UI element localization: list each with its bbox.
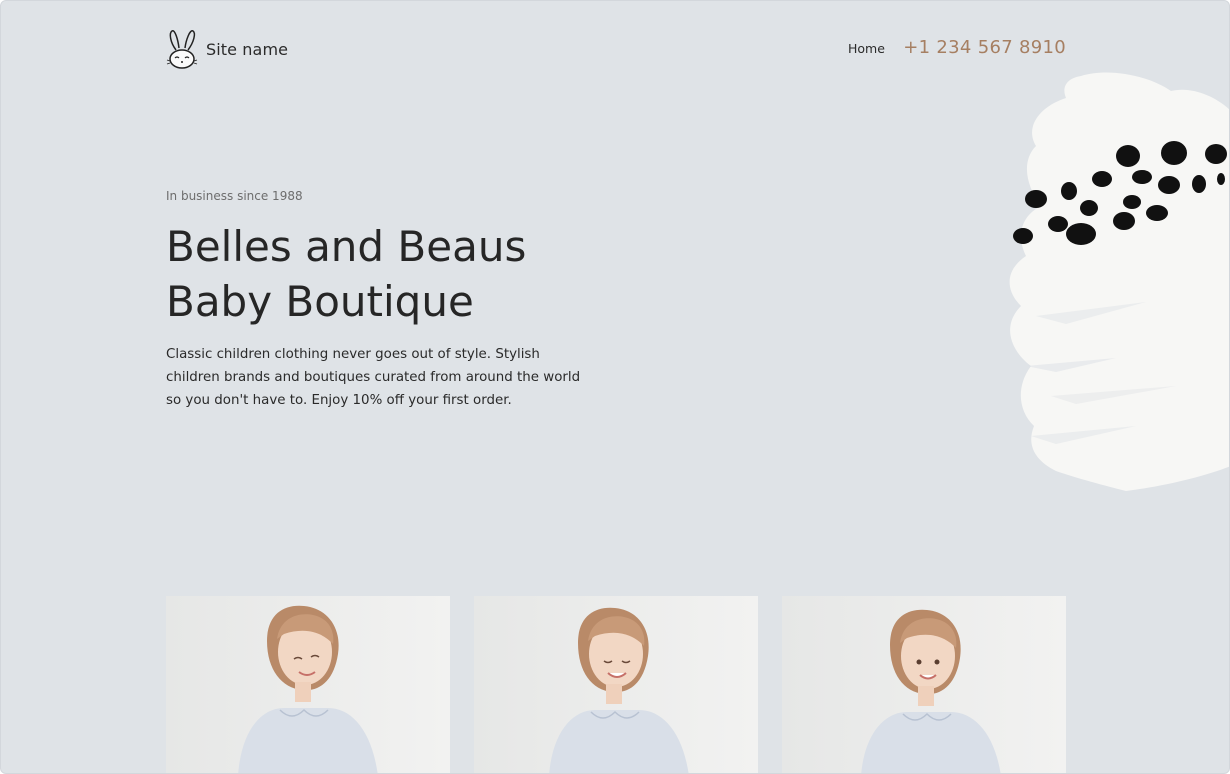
site-header: Site name Home +1 234 567 8910 <box>166 27 1066 71</box>
nav-home-link[interactable]: Home <box>848 41 885 56</box>
hero-title: Belles and Beaus Baby Boutique <box>166 219 586 329</box>
hero-title-line-2: Baby Boutique <box>166 277 474 326</box>
gallery-photo-2[interactable] <box>474 596 758 773</box>
phone-link[interactable]: +1 234 567 8910 <box>903 37 1066 58</box>
hero-description: Classic children clothing never goes out… <box>166 347 581 408</box>
logo-link[interactable]: Site name <box>166 27 288 71</box>
page: Site name Home +1 234 567 8910 In busine… <box>0 0 1230 774</box>
hero-eyebrow: In business since 1988 <box>166 189 303 203</box>
gallery-photo-1[interactable] <box>166 596 450 773</box>
site-name: Site name <box>206 39 289 59</box>
hero-title-line-1: Belles and Beaus <box>166 222 527 271</box>
decorative-brush-art <box>996 66 1229 496</box>
photo-gallery <box>166 596 1066 773</box>
bunny-icon <box>166 28 198 70</box>
gallery-photo-3[interactable] <box>782 596 1066 773</box>
